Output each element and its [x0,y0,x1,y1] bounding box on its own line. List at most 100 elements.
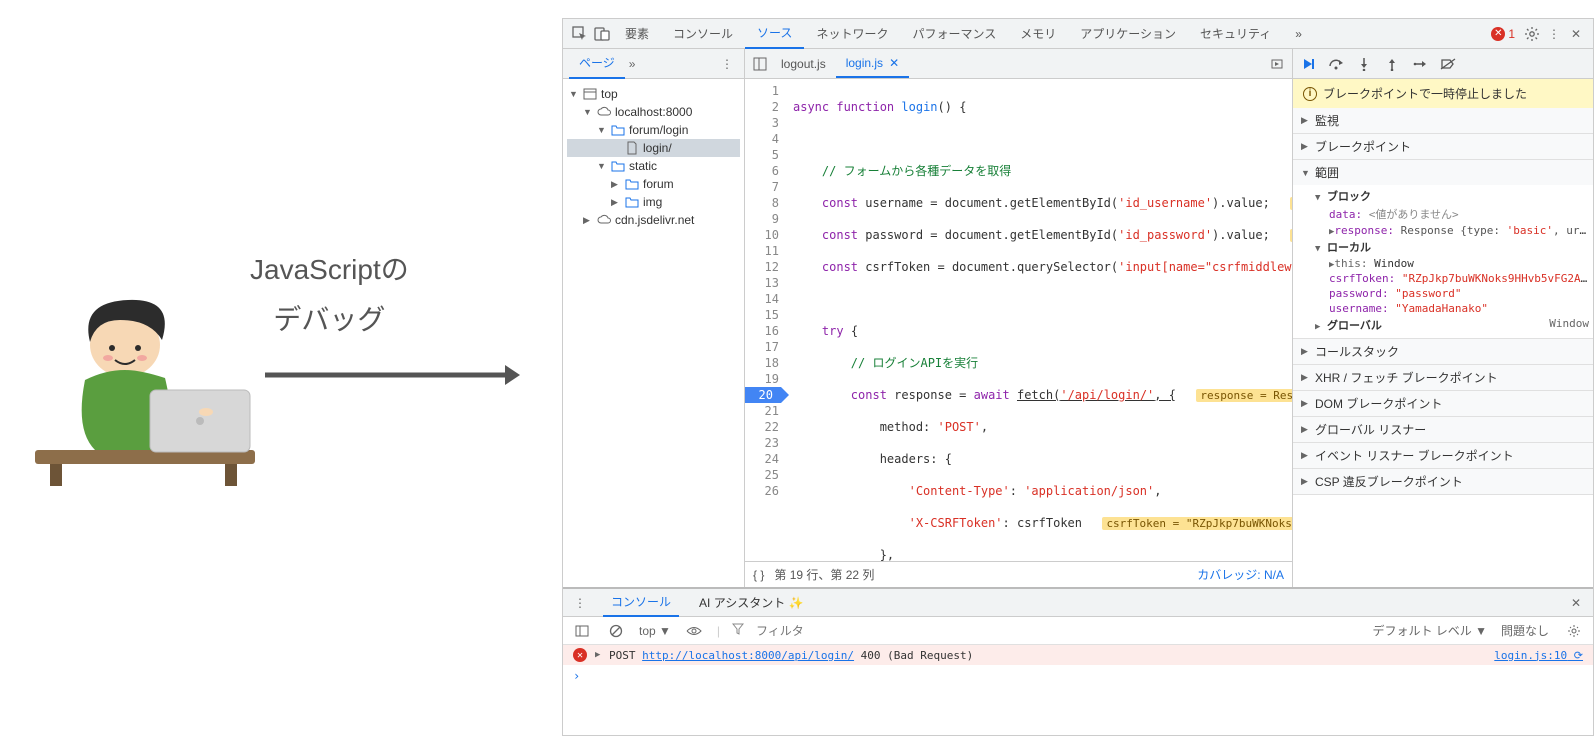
nav-tab-page[interactable]: ページ [569,48,625,79]
tree-forum[interactable]: ▶forum [567,175,740,193]
section-breakpoints[interactable]: ▶ブレークポイント [1293,134,1593,159]
code-lines[interactable]: async function login() { // フォームから各種データを… [785,79,1292,561]
tree-host[interactable]: ▼localhost:8000 [567,103,740,121]
diagram-label: JavaScriptの デバッグ [250,245,409,346]
folder-icon [611,159,625,173]
clear-icon[interactable] [605,620,627,642]
section-callstack[interactable]: ▶コールスタック [1293,339,1593,364]
section-watch[interactable]: ▶監視 [1293,108,1593,133]
folder-icon [625,195,639,209]
console-tabs: ⋮ コンソール AI アシスタント ✨ ✕ [563,589,1593,617]
paused-message: i ブレークポイントで一時停止しました [1293,79,1593,108]
console-output[interactable]: ✕ ▶ POST http://localhost:8000/api/login… [563,645,1593,735]
cloud-icon [597,105,611,119]
var-username[interactable]: username: "YamadaHanako" [1297,301,1593,316]
log-level-selector[interactable]: デフォルト レベル ▼ [1372,622,1487,639]
tab-sources[interactable]: ソース [745,18,804,49]
tree-forum-login[interactable]: ▼forum/login [567,121,740,139]
nav-kebab-icon[interactable]: ⋮ [716,53,738,75]
file-tab-login[interactable]: login.js✕ [836,50,909,78]
tree-cdn[interactable]: ▶cdn.jsdelivr.net [567,211,740,229]
cursor-position: 第 19 行、第 22 列 [774,566,874,583]
tab-performance[interactable]: パフォーマンス [900,19,1008,48]
tab-application[interactable]: アプリケーション [1068,19,1188,48]
file-nav-icon[interactable] [749,53,771,75]
section-scope[interactable]: ▼範囲 [1293,160,1593,185]
cloud-icon [597,213,611,227]
console-gear-icon[interactable] [1563,620,1585,642]
section-dom[interactable]: ▶DOM ブレークポイント [1293,391,1593,416]
editor-panel: logout.js login.js✕ 12345678910111213141… [745,49,1293,587]
error-url-link[interactable]: http://localhost:8000/api/login/ [642,649,854,662]
gutter[interactable]: 1234567891011121314151617181920212223242… [745,79,785,561]
coverage-link[interactable]: カバレッジ: N/A [1197,566,1284,583]
gear-icon[interactable] [1521,23,1543,45]
drawer-tab-ai[interactable]: AI アシスタント ✨ [691,589,812,616]
tab-elements[interactable]: 要素 [613,19,661,48]
drawer-tab-console[interactable]: コンソール [603,588,679,617]
tree-static[interactable]: ▼static [567,157,740,175]
file-tree: ▼top ▼localhost:8000 ▼forum/login login/… [563,79,744,235]
debugger-toolbar [1293,49,1593,79]
scope-block-hd[interactable]: ▼ ブロック [1297,187,1593,205]
var-this[interactable]: ▶this: Window [1297,256,1593,271]
console-drawer: ⋮ コンソール AI アシスタント ✨ ✕ top ▼ | デフォルト レベル … [563,587,1593,735]
step-icon[interactable] [1411,55,1429,73]
debugger-panel: i ブレークポイントで一時停止しました ▶監視 ▶ブレークポイント ▼範囲 ▼ … [1293,49,1593,587]
scope-global-hd[interactable]: ▶ グローバルWindow [1297,316,1593,334]
scope-local-hd[interactable]: ▼ ローカル [1297,238,1593,256]
file-tab-logout[interactable]: logout.js [771,51,836,77]
issues-status[interactable]: 問題なし [1501,622,1549,639]
format-icon[interactable]: { } [753,568,764,582]
window-icon [583,87,597,101]
context-selector[interactable]: top ▼ [639,624,671,638]
tab-console[interactable]: コンソール [661,19,745,48]
resume-icon[interactable] [1299,55,1317,73]
tree-login-file[interactable]: login/ [567,139,740,157]
console-toolbar: top ▼ | デフォルト レベル ▼ 問題なし [563,617,1593,645]
editor-status-bar: { } 第 19 行、第 22 列 カバレッジ: N/A [745,561,1292,587]
var-password[interactable]: password: "password" [1297,286,1593,301]
inspect-icon[interactable] [569,23,591,45]
sidebar-toggle-icon[interactable] [571,620,593,642]
kebab-icon[interactable]: ⋮ [1543,23,1565,45]
console-prompt[interactable]: › [563,665,1593,687]
var-response[interactable]: ▶response: Response {type: 'basic', url:… [1297,223,1593,238]
arrow-icon [260,360,520,390]
deactivate-bp-icon[interactable] [1439,55,1457,73]
step-into-icon[interactable] [1355,55,1373,73]
tab-memory[interactable]: メモリ [1008,19,1068,48]
step-over-icon[interactable] [1327,55,1345,73]
section-csp[interactable]: ▶CSP 違反ブレークポイント [1293,469,1593,494]
drawer-close-icon[interactable]: ✕ [1565,592,1587,614]
section-xhr[interactable]: ▶XHR / フェッチ ブレークポイント [1293,365,1593,390]
console-error-line[interactable]: ✕ ▶ POST http://localhost:8000/api/login… [563,645,1593,665]
info-icon: i [1303,87,1317,101]
folder-icon [611,123,625,137]
device-icon[interactable] [591,23,613,45]
file-icon [625,141,639,155]
close-icon[interactable]: ✕ [1565,23,1587,45]
nav-more-icon[interactable]: » [629,57,636,71]
filter-input[interactable] [756,624,856,638]
error-icon: ✕ [573,648,587,662]
tab-network[interactable]: ネットワーク [804,19,900,48]
error-badge[interactable]: ✕ 1 [1485,26,1521,42]
code-editor[interactable]: 1234567891011121314151617181920212223242… [745,79,1292,561]
devtools-toolbar: 要素 コンソール ソース ネットワーク パフォーマンス メモリ アプリケーション… [563,19,1593,49]
tree-top[interactable]: ▼top [567,85,740,103]
section-globallistener[interactable]: ▶グローバル リスナー [1293,417,1593,442]
tab-security[interactable]: セキュリティ [1188,19,1283,48]
var-csrf[interactable]: csrfToken: "RZpJkp7buWKNoks9HHvb5vFG2A4a… [1297,271,1593,286]
drawer-kebab-icon[interactable]: ⋮ [569,592,591,614]
watch-icon[interactable] [1266,53,1288,75]
section-eventlistener[interactable]: ▶イベント リスナー ブレークポイント [1293,443,1593,468]
error-source-link[interactable]: login.js:10 ⟳ [1494,649,1583,662]
sparkle-icon: ✨ [789,596,804,610]
tabs-more[interactable]: » [1283,21,1314,47]
tree-img[interactable]: ▶img [567,193,740,211]
step-out-icon[interactable] [1383,55,1401,73]
close-icon[interactable]: ✕ [889,56,899,70]
var-data[interactable]: data: <値がありません> [1297,205,1593,223]
eye-icon[interactable] [683,620,705,642]
